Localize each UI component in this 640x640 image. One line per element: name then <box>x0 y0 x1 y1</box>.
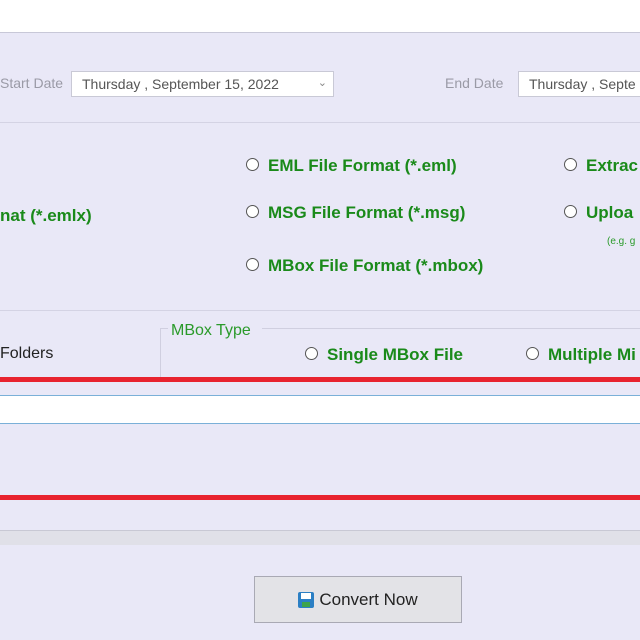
highlight-line-top <box>0 377 640 382</box>
single-mbox-radio[interactable] <box>305 347 318 360</box>
mbox-format-radio[interactable] <box>246 258 259 271</box>
mbox-type-title: MBox Type <box>171 322 251 339</box>
top-text-field[interactable] <box>0 0 640 33</box>
msg-format-radio[interactable] <box>246 205 259 218</box>
single-mbox-label[interactable]: Single MBox File <box>327 345 463 365</box>
chevron-down-icon[interactable]: ⌄ <box>318 76 327 89</box>
folders-label: Folders <box>0 345 54 362</box>
end-date-picker[interactable]: Thursday , Septe <box>518 71 640 97</box>
end-date-label: End Date <box>445 75 504 91</box>
highlight-line-bottom <box>0 495 640 500</box>
eml-format-label[interactable]: EML File Format (*.eml) <box>268 156 457 176</box>
extract-radio[interactable] <box>564 158 577 171</box>
emlx-format-label: nat (*.emlx) <box>0 206 92 225</box>
group-divider <box>160 328 161 378</box>
start-date-value: Thursday , September 15, 2022 <box>82 76 279 92</box>
convert-now-button[interactable]: Convert Now <box>254 576 462 623</box>
upload-hint: (e.g. g <box>607 236 636 247</box>
eml-format-radio[interactable] <box>246 158 259 171</box>
save-icon <box>298 591 315 608</box>
upload-radio[interactable] <box>564 205 577 218</box>
group-border <box>262 328 640 329</box>
msg-format-label[interactable]: MSG File Format (*.msg) <box>268 203 465 223</box>
mbox-format-label[interactable]: MBox File Format (*.mbox) <box>268 256 483 276</box>
extract-label[interactable]: Extrac <box>586 156 638 176</box>
multiple-mbox-radio[interactable] <box>526 347 539 360</box>
end-date-value: Thursday , Septe <box>529 76 636 92</box>
divider <box>0 310 640 311</box>
group-border <box>160 328 168 329</box>
convert-now-label: Convert Now <box>319 589 418 609</box>
multiple-mbox-label[interactable]: Multiple Mi <box>548 345 636 365</box>
destination-path-input[interactable] <box>0 395 640 424</box>
start-date-label: Start Date <box>0 75 64 91</box>
upload-label[interactable]: Uploa <box>586 203 633 223</box>
divider <box>0 122 640 123</box>
horizontal-scrollbar[interactable] <box>0 530 640 545</box>
start-date-picker[interactable]: Thursday , September 15, 2022 ⌄ <box>71 71 334 97</box>
